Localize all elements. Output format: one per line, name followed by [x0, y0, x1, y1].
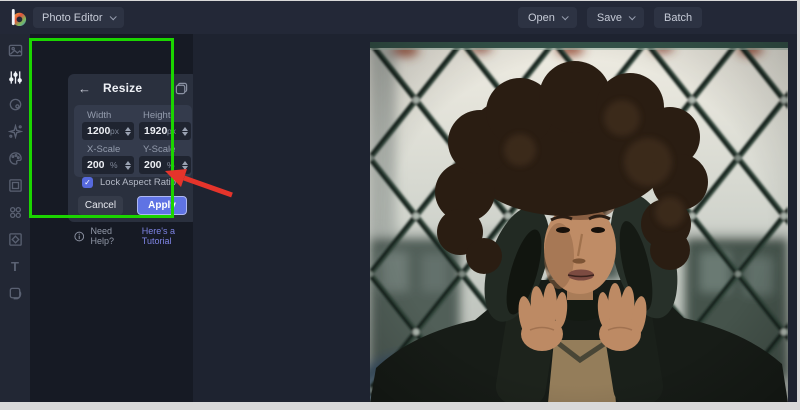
- resize-panel-header: ← Resize: [74, 80, 192, 96]
- lock-aspect-ratio-checkbox[interactable]: ✓: [82, 177, 93, 188]
- width-stepper[interactable]: [125, 127, 131, 136]
- height-input[interactable]: [139, 125, 169, 137]
- x-scale-input[interactable]: [82, 159, 112, 171]
- touch-up-icon[interactable]: [0, 91, 30, 118]
- height-stepper[interactable]: [182, 127, 188, 136]
- info-icon: [74, 231, 84, 242]
- stepper-up-icon[interactable]: [125, 127, 131, 131]
- overlays-icon[interactable]: [0, 199, 30, 226]
- width-input[interactable]: [82, 125, 112, 137]
- photo-editor-app: Photo Editor Open Save Batch: [0, 1, 797, 402]
- batch-button[interactable]: Batch: [654, 7, 702, 28]
- stepper-up-icon[interactable]: [125, 161, 131, 165]
- effects-icon[interactable]: [0, 118, 30, 145]
- save-button[interactable]: Save: [587, 7, 644, 28]
- lock-aspect-ratio-row: ✓ Lock Aspect Ratio: [82, 177, 176, 188]
- x-scale-field[interactable]: %: [82, 156, 134, 174]
- artsy-icon[interactable]: [0, 145, 30, 172]
- panel-column: ← Resize Width Height px px X-Scale Y-Sc…: [30, 34, 193, 402]
- y-scale-label: Y-Scale: [143, 144, 175, 155]
- app-mode-dropdown[interactable]: Photo Editor: [33, 7, 124, 28]
- help-row: Need Help? Here's a Tutorial: [74, 226, 204, 246]
- width-label: Width: [87, 110, 111, 121]
- apply-button[interactable]: Apply: [137, 196, 187, 215]
- stepper-down-icon[interactable]: [182, 166, 188, 170]
- textures-icon[interactable]: [0, 280, 30, 307]
- stepper-down-icon[interactable]: [182, 132, 188, 136]
- chevron-down-icon: [109, 13, 116, 20]
- back-arrow-icon[interactable]: ←: [78, 81, 91, 96]
- width-field[interactable]: px: [82, 122, 134, 140]
- photo-manager-icon[interactable]: [0, 37, 30, 64]
- chevron-down-icon: [562, 13, 569, 20]
- y-scale-input[interactable]: [139, 159, 169, 171]
- top-bar-actions: Open Save Batch: [518, 7, 702, 28]
- graphics-icon[interactable]: [0, 226, 30, 253]
- stepper-down-icon[interactable]: [125, 132, 131, 136]
- stepper-up-icon[interactable]: [182, 127, 188, 131]
- open-button[interactable]: Open: [518, 7, 577, 28]
- lock-aspect-ratio-label: Lock Aspect Ratio: [100, 177, 176, 188]
- tool-rail: T: [0, 34, 30, 402]
- panel-title: Resize: [103, 81, 142, 95]
- x-scale-label: X-Scale: [87, 144, 120, 155]
- top-bar: Photo Editor Open Save Batch: [0, 1, 797, 34]
- help-text: Need Help?: [90, 226, 135, 246]
- stepper-up-icon[interactable]: [182, 161, 188, 165]
- text-icon[interactable]: T: [0, 253, 30, 280]
- height-label: Height: [143, 110, 170, 121]
- app-mode-label: Photo Editor: [42, 12, 103, 24]
- befunky-logo-icon[interactable]: [9, 8, 28, 27]
- chevron-down-icon: [629, 13, 636, 20]
- pin-panel-icon[interactable]: [175, 82, 188, 95]
- stepper-down-icon[interactable]: [125, 166, 131, 170]
- cancel-button[interactable]: Cancel: [78, 196, 123, 215]
- x-scale-stepper[interactable]: [125, 161, 131, 170]
- canvas-photo: [370, 42, 788, 402]
- y-scale-stepper[interactable]: [182, 161, 188, 170]
- edit-sliders-icon[interactable]: [0, 64, 30, 91]
- frames-icon[interactable]: [0, 172, 30, 199]
- height-field[interactable]: px: [139, 122, 191, 140]
- y-scale-field[interactable]: %: [139, 156, 191, 174]
